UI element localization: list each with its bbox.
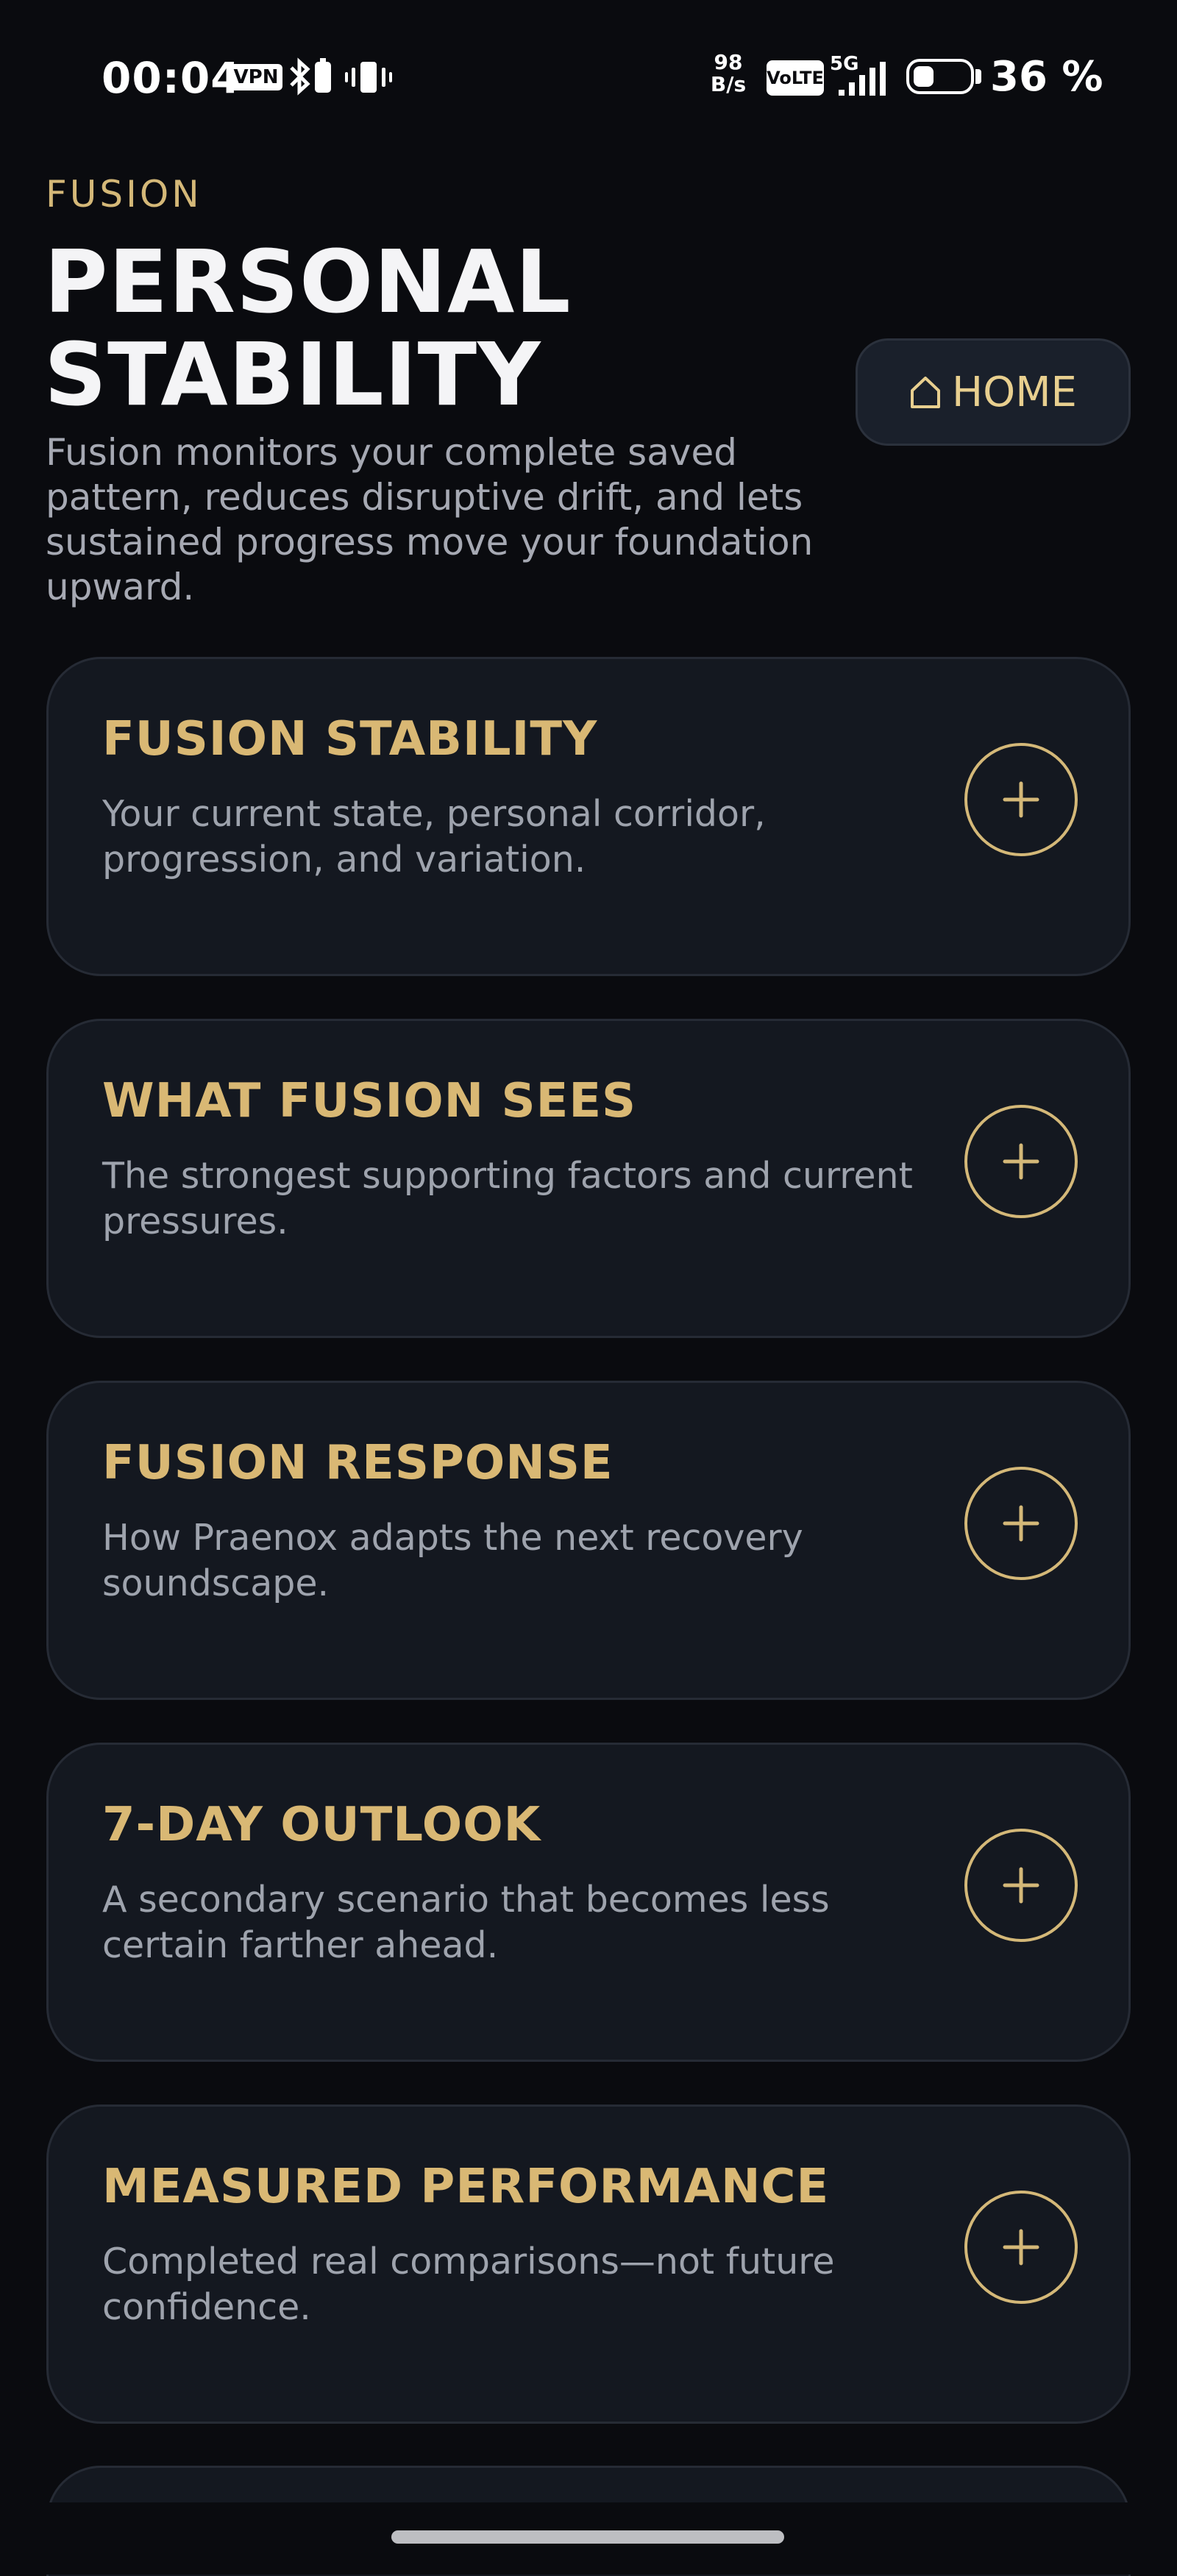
house-outline-icon [911,377,941,408]
card-title: 7-DAY OUTLOOK [102,1798,541,1852]
network-speed-unit: B/s [710,72,747,96]
card-description: How Praenox adapts the next recovery sou… [102,1517,803,1604]
section-eyebrow: FUSION [46,173,202,216]
status-bar: 00:04 VPN 98 B/s VoLTE 5G 36 % [0,0,1177,154]
card-fusion-stability[interactable]: FUSION STABILITY Your current state, per… [46,657,1131,976]
expand-button[interactable] [964,1105,1078,1218]
card-title: FUSION RESPONSE [102,1436,614,1490]
home-button[interactable]: HOME [856,338,1131,446]
small-battery-icon [315,58,331,93]
card-description: A secondary scenario that becomes less c… [102,1879,830,1966]
network-speed: 98 B/s [705,51,752,96]
battery-icon [906,59,974,94]
plus-icon [1003,1143,1039,1180]
gesture-home-indicator[interactable] [391,2530,784,2544]
card-title: FUSION STABILITY [102,712,598,766]
status-time: 00:04 [102,53,241,103]
card-title: MEASURED PERFORMANCE [102,2160,830,2214]
home-button-label: HOME [952,368,1077,416]
volte-badge: VoLTE [767,60,824,96]
card-measured-performance[interactable]: MEASURED PERFORMANCE Completed real comp… [46,2104,1131,2424]
battery-percent: 36 % [990,53,1103,101]
network-speed-value: 98 [714,50,743,74]
expand-button[interactable] [964,1829,1078,1942]
card-description: Your current state, personal corridor, p… [102,793,766,880]
plus-icon [1003,1867,1039,1904]
plus-icon [1003,1505,1039,1542]
signal-strength-icon [839,62,886,96]
card-title: WHAT FUSION SEES [102,1074,637,1128]
card-description: Completed real comparisons—not future co… [102,2241,835,2328]
plus-icon [1003,2229,1039,2266]
bluetooth-icon [290,57,310,96]
expand-button[interactable] [964,1467,1078,1580]
battery-tip [975,69,981,84]
page-description: Fusion monitors your complete saved patt… [46,431,814,608]
plus-icon [1003,781,1039,818]
bluetooth-battery-vibrate-icons [290,57,392,96]
card-fusion-response[interactable]: FUSION RESPONSE How Praenox adapts the n… [46,1381,1131,1700]
card-description: The strongest supporting factors and cur… [102,1155,913,1242]
card-7-day-outlook[interactable]: 7-DAY OUTLOOK A secondary scenario that … [46,1743,1131,2062]
page-title: PERSONAL STABILITY [44,231,572,425]
vibrate-icon [345,62,392,93]
card-what-fusion-sees[interactable]: WHAT FUSION SEES The strongest supportin… [46,1019,1131,1338]
expand-button[interactable] [964,2191,1078,2304]
expand-button[interactable] [964,743,1078,856]
vpn-badge: VPN [230,64,282,90]
